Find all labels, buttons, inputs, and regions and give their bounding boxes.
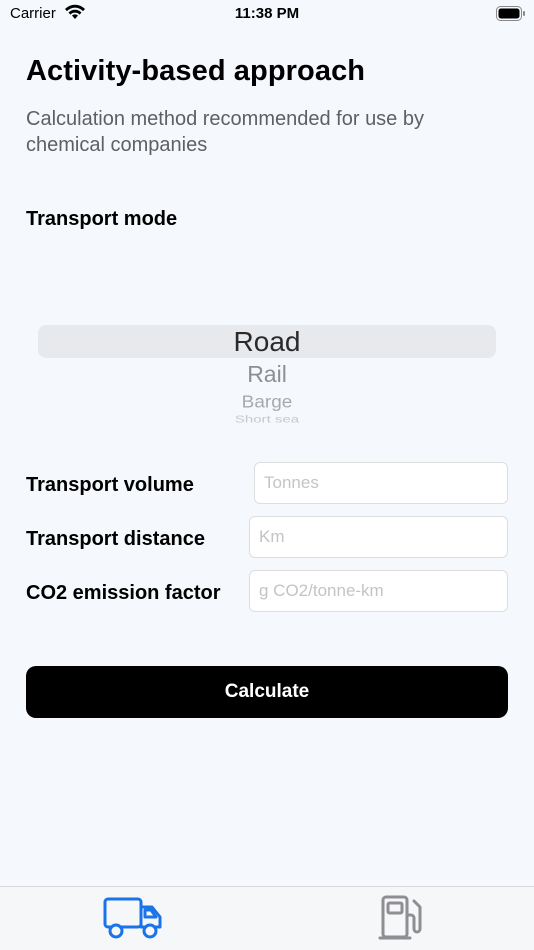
picker-option-rail[interactable]: Rail [38, 361, 496, 388]
status-time: 11:38 PM [234, 5, 300, 22]
picker-option-road[interactable]: Road [38, 326, 496, 358]
transport-mode-label: Transport mode [26, 208, 178, 230]
picker-option-short-sea[interactable]: Short sea [38, 414, 496, 423]
transport-mode-picker[interactable]: Road Rail Barge Short sea [38, 300, 496, 430]
transport-volume-label: Transport volume [26, 474, 194, 496]
transport-distance-label: Transport distance [26, 528, 205, 550]
page-title: Activity-based approach [26, 55, 366, 87]
tab-fuel-based[interactable] [378, 893, 424, 948]
fuel-pump-icon [378, 895, 424, 947]
battery-icon [496, 6, 526, 26]
truck-icon [102, 897, 164, 945]
tab-activity-based[interactable] [102, 893, 164, 946]
status-bar: Carrier 11:38 PM [0, 0, 534, 30]
transport-volume-input[interactable] [254, 462, 508, 504]
calculate-button[interactable]: Calculate [26, 666, 508, 718]
transport-distance-input[interactable] [249, 516, 508, 558]
tab-bar [0, 886, 534, 950]
co2-emission-factor-label: CO2 emission factor [26, 582, 221, 604]
co2-emission-factor-input[interactable] [249, 570, 508, 612]
page-subtitle: Calculation method recommended for use b… [26, 108, 424, 156]
picker-option-barge[interactable]: Barge [38, 393, 496, 413]
